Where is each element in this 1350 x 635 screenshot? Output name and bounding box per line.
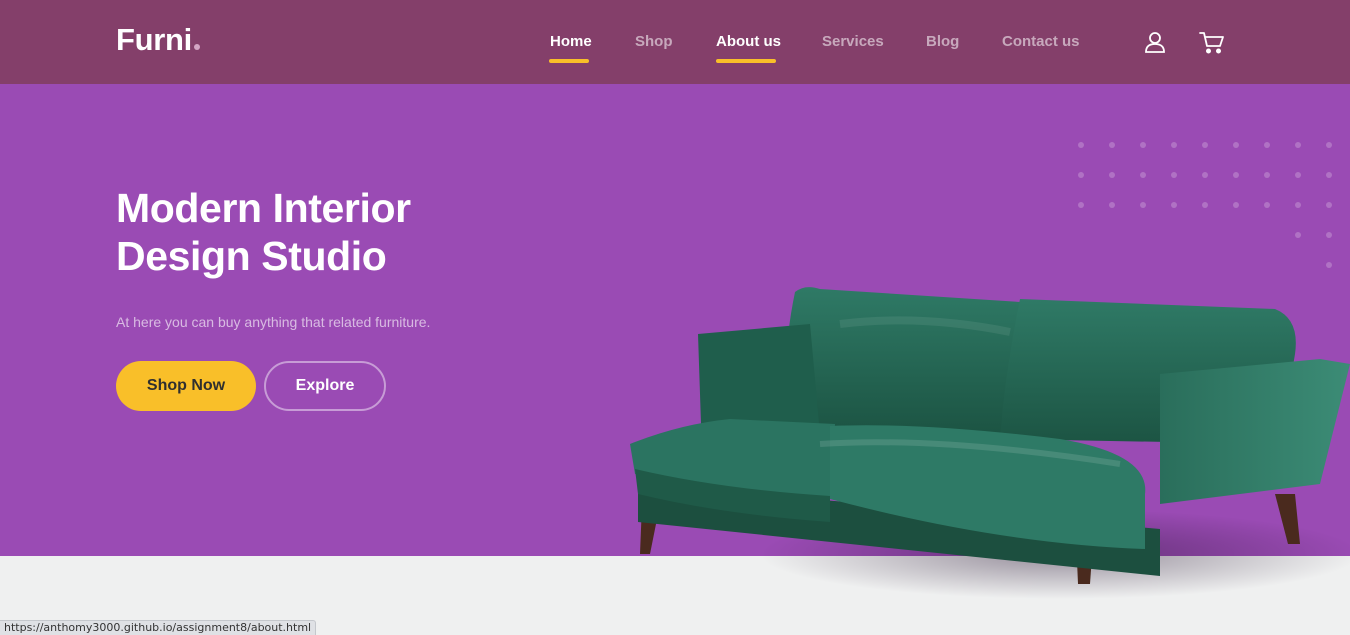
user-icon[interactable]: [1144, 30, 1166, 59]
nav-about-underline: [716, 59, 776, 63]
brand-dot: [194, 44, 200, 50]
navbar: Furni Home Shop About us Services Blog C…: [0, 0, 1350, 84]
nav-home-underline: [549, 59, 589, 63]
hero-title: Modern Interior Design Studio: [116, 184, 411, 280]
nav-home[interactable]: Home: [550, 33, 592, 50]
brand-name: Furni: [116, 22, 192, 57]
nav-contact[interactable]: Contact us: [1002, 33, 1080, 50]
nav-about[interactable]: About us: [716, 33, 781, 50]
hero-title-line1: Modern Interior: [116, 185, 411, 231]
nav-services[interactable]: Services: [822, 33, 884, 50]
shop-now-button[interactable]: Shop Now: [116, 361, 256, 411]
sofa-image: [630, 287, 1350, 599]
hero-section: Modern Interior Design Studio At here yo…: [0, 84, 1350, 599]
hero-text: At here you can buy anything that relate…: [116, 314, 431, 330]
brand-logo[interactable]: Furni: [116, 22, 200, 58]
cart-icon[interactable]: [1199, 30, 1225, 61]
status-bar-url: https://anthomy3000.github.io/assignment…: [0, 620, 317, 635]
hero-title-line2: Design Studio: [116, 233, 387, 279]
nav-shop[interactable]: Shop: [635, 33, 673, 50]
explore-button[interactable]: Explore: [264, 361, 386, 411]
nav-blog[interactable]: Blog: [926, 33, 959, 50]
